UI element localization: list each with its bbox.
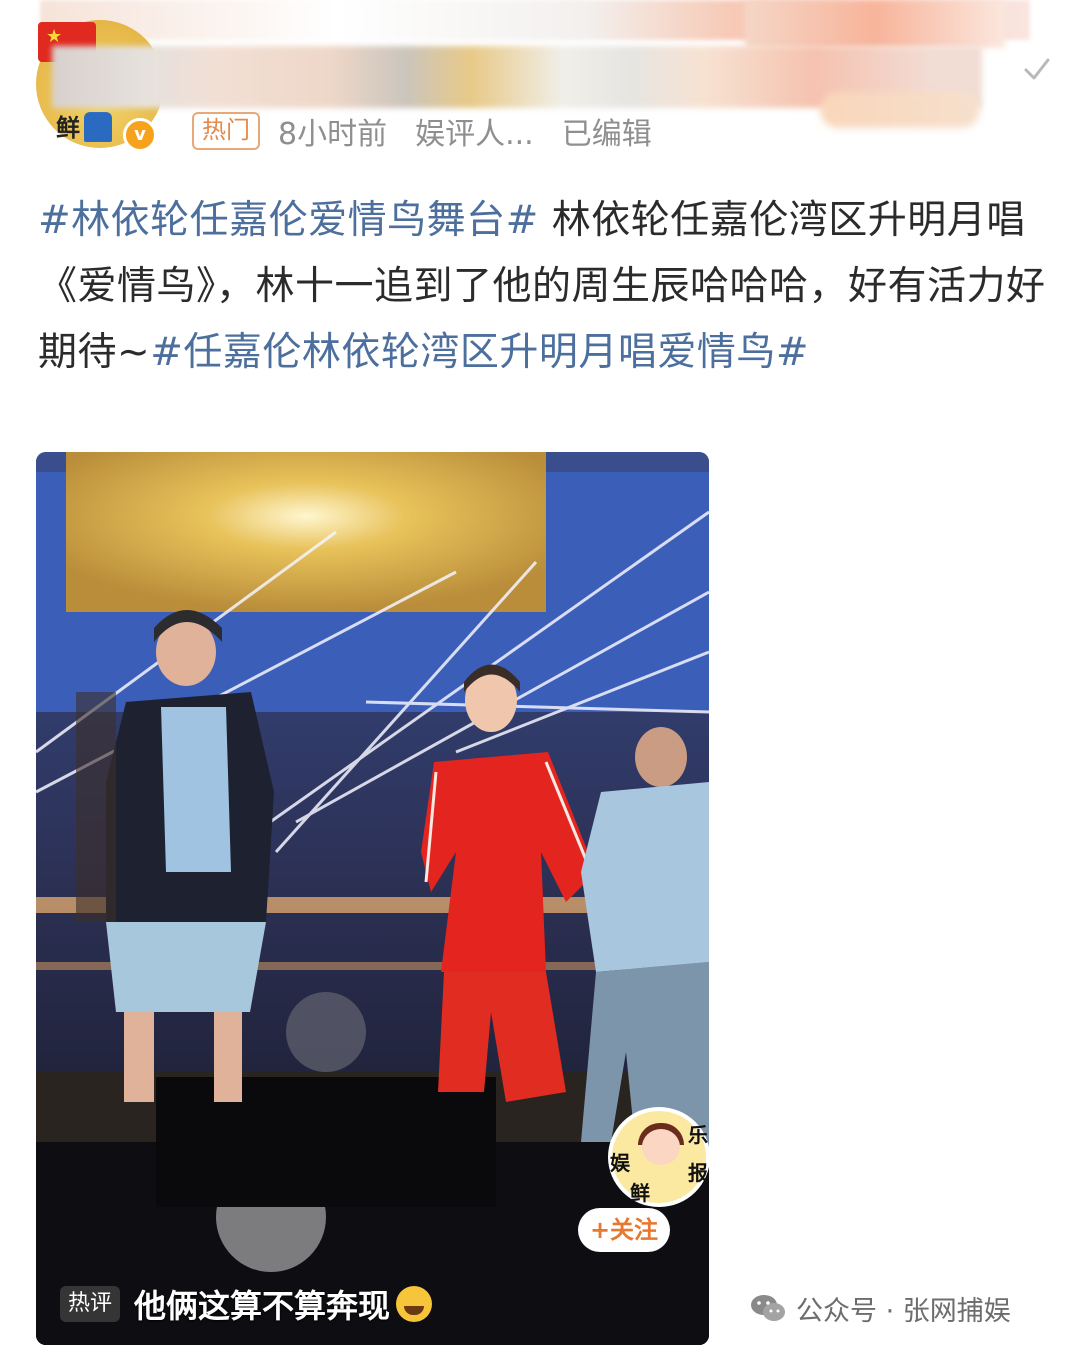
avatar-badge-text: 鲜 <box>56 114 80 142</box>
flag-star-icon: ★ <box>46 26 63 47</box>
sticker-char: 鲜 <box>630 1181 650 1205</box>
hot-badge: 热门 <box>192 112 260 150</box>
laugh-cry-emoji-icon <box>396 1286 433 1322</box>
blurred-follow-button[interactable] <box>820 92 980 128</box>
hot-comment[interactable]: 热评 他俩这算不算奔现 <box>60 1280 433 1328</box>
sticker-char: 乐 <box>688 1123 708 1147</box>
wechat-watermark: 公众号 · 张网捕娱 <box>750 1288 1011 1328</box>
stage-speaker <box>156 1077 496 1207</box>
follow-button[interactable]: +关注 <box>578 1208 670 1252</box>
post-header: ★ 鲜 v 热门 8小时前 娱评人... 已编辑 <box>0 0 1080 165</box>
post-meta: 热门 8小时前 娱评人... 已编辑 <box>192 109 680 153</box>
sticker-char: 报 <box>688 1161 708 1185</box>
edited-label[interactable]: 已编辑 <box>562 109 652 153</box>
hot-comment-text: 他俩这算不算奔现 <box>134 1287 391 1325</box>
video-player[interactable]: 娱 乐 报 鲜 +关注 热评 他俩这算不算奔现 <box>36 452 709 1345</box>
post-source[interactable]: 娱评人... <box>415 109 534 153</box>
channel-sticker[interactable]: 娱 乐 报 鲜 <box>608 1107 709 1207</box>
post-time: 8小时前 <box>278 117 388 152</box>
wechat-icon <box>751 1295 785 1321</box>
avatar-figure <box>84 112 112 142</box>
sticker-char: 娱 <box>610 1151 630 1175</box>
blurred-decoration <box>745 0 1005 48</box>
chevron-down-icon[interactable] <box>1020 52 1054 86</box>
verified-icon: v <box>123 118 157 152</box>
post-body: #林依轮任嘉伦爱情鸟舞台# 林依轮任嘉伦湾区升明月唱《爱情鸟》，林十一追到了他的… <box>38 188 1058 386</box>
hot-comment-badge: 热评 <box>60 1286 121 1322</box>
watermark-text: 公众号 · 张网捕娱 <box>796 1295 1011 1327</box>
hashtag-link[interactable]: #林依轮任嘉伦爱情鸟舞台# <box>38 198 539 243</box>
sticker-face <box>642 1129 680 1165</box>
verified-check-glyph: v <box>134 124 146 145</box>
hashtag-link[interactable]: #任嘉伦林依轮湾区升明月唱爱情鸟# <box>150 330 809 375</box>
stage-screen <box>66 452 546 612</box>
